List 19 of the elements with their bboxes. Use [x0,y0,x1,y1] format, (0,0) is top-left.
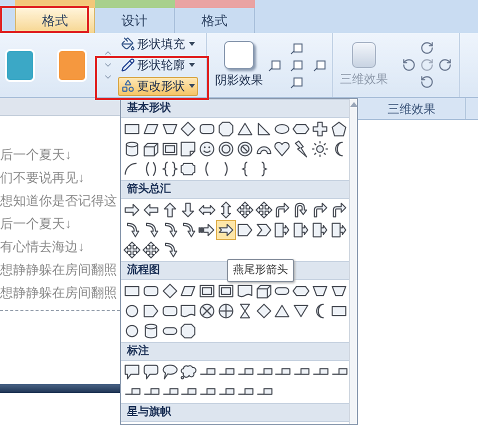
section-heading: 星与旗帜 [127,404,171,420]
document-line: 想静静躲在房间翻照 [0,261,118,279]
ribbon-tab[interactable]: 格式 [15,8,95,33]
ribbon-command[interactable]: 形状轮廓 [118,56,198,74]
document-line: 想知道你是否记得这 [0,192,118,210]
document-line: 后一个夏天↓ [0,146,72,164]
section-heading: 基本形状 [127,100,171,116]
section-heading: 箭头总汇 [127,182,171,198]
section-heading: 流程图 [127,262,160,278]
group-label: 三维效果 [358,98,466,119]
ribbon-command[interactable]: 更改形状 [118,76,198,96]
shadow-effects-button[interactable]: 阴影效果 [215,71,263,89]
document-line: 有心情去海边↓ [0,238,86,256]
document-line: 后一个夏天↓ [0,215,72,233]
document-line: 想静静躲在房间翻照 [0,284,118,302]
document-line: 们不要说再见↓ [0,169,86,187]
section-heading: 标注 [127,344,149,360]
tooltip: 燕尾形箭头 [227,259,294,282]
ribbon-command[interactable]: 形状填充 [118,34,198,54]
